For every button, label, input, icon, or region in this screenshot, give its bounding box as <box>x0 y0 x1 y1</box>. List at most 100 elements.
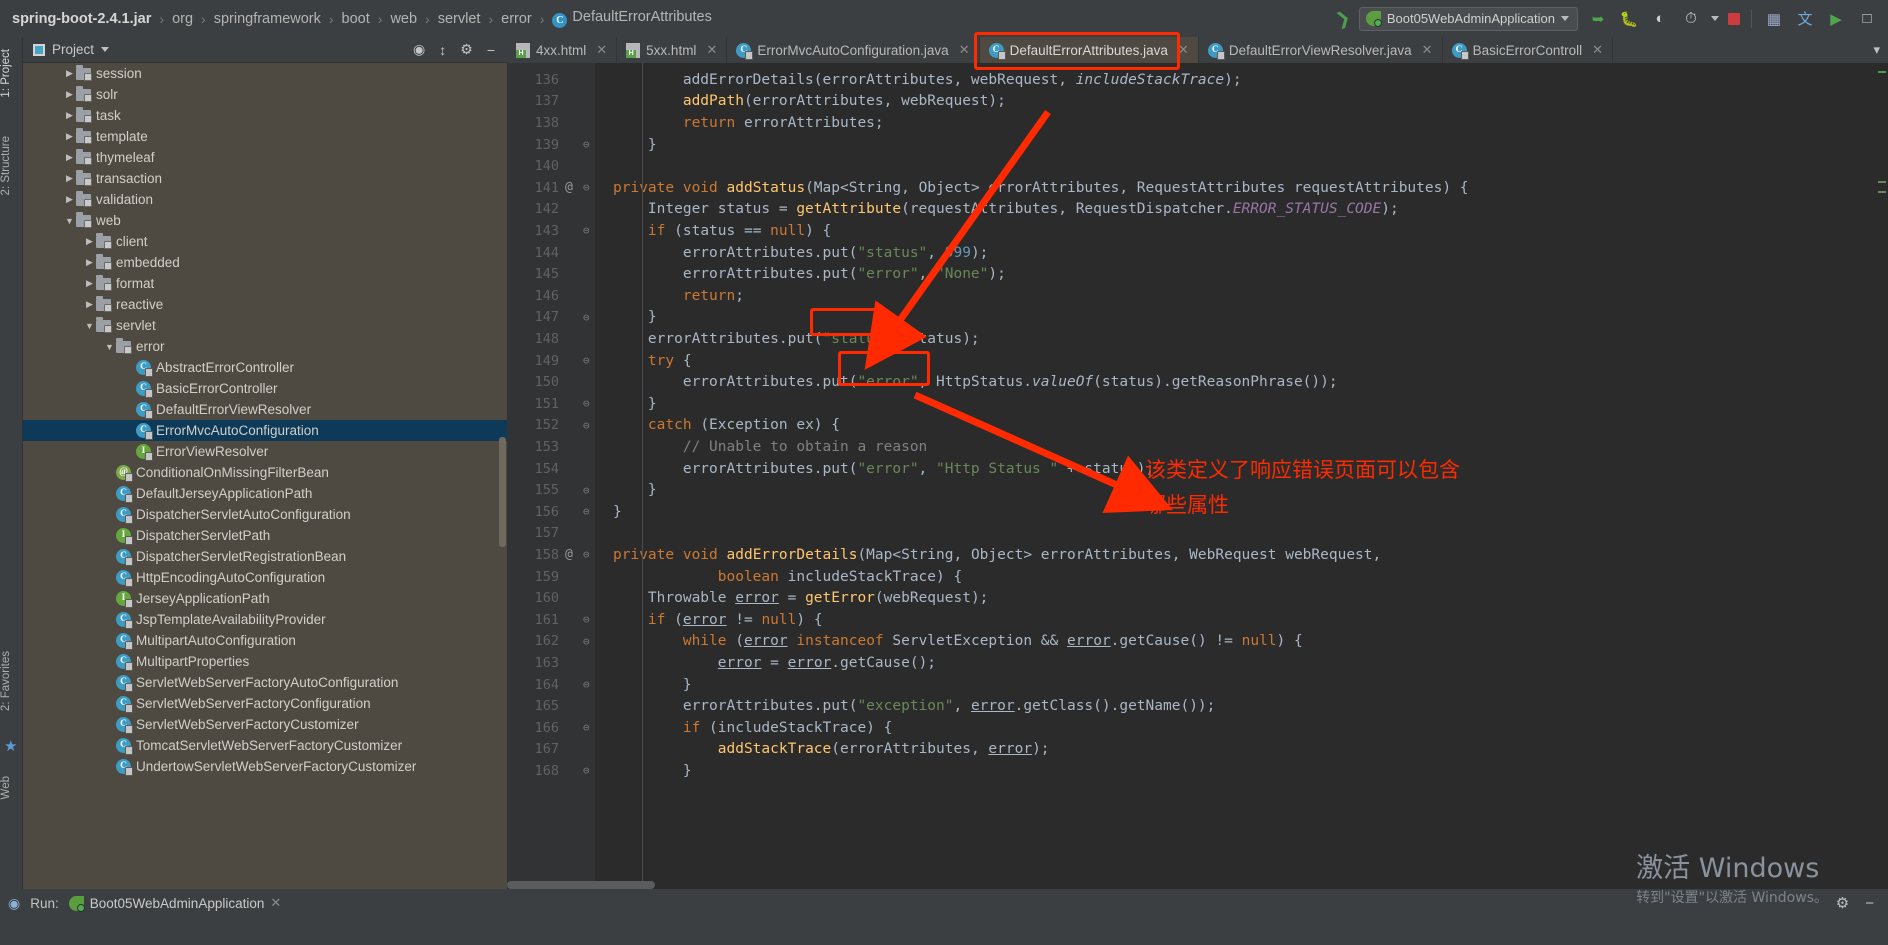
editor-tab[interactable]: C BasicErrorControll ✕ <box>1443 37 1614 63</box>
breadcrumb-item[interactable]: error <box>501 11 532 27</box>
code-line[interactable]: 138 return errorAttributes; <box>535 112 1888 134</box>
star-icon[interactable]: ★ <box>4 737 17 755</box>
breadcrumb-item[interactable]: web <box>390 11 417 27</box>
editor-tab[interactable]: C DefaultErrorAttributes.java ✕ <box>979 37 1199 63</box>
tree-item[interactable]: ·CDefaultErrorViewResolver <box>23 399 507 420</box>
profile-icon[interactable]: ⏱ <box>1680 8 1702 30</box>
stop-icon[interactable] <box>1728 12 1740 25</box>
tree-expand-arrow[interactable]: ▶ <box>83 278 96 289</box>
profile-chevron-icon[interactable] <box>1711 16 1719 21</box>
run-with-coverage-icon[interactable]: ◐ <box>1649 8 1671 30</box>
hammer-build-icon[interactable]: ❯ <box>1333 7 1353 30</box>
breadcrumb-item[interactable]: spring-boot-2.4.1.jar <box>12 11 151 27</box>
close-icon[interactable]: ✕ <box>1592 42 1603 58</box>
minimize-icon[interactable]: − <box>1865 895 1874 912</box>
layout-icon[interactable]: ▦ <box>1763 8 1785 30</box>
sidebar-tab-web[interactable]: Web <box>0 772 23 803</box>
tree-item[interactable]: ▶ format <box>23 273 507 294</box>
breadcrumb-item[interactable]: springframework <box>214 11 321 27</box>
tree-item[interactable]: ▼ servlet <box>23 315 507 336</box>
breadcrumb-item[interactable]: C DefaultErrorAttributes <box>552 9 712 28</box>
code-fold-icon[interactable]: ⊖ <box>583 354 590 367</box>
tree-item[interactable]: ▶ embedded <box>23 252 507 273</box>
search-icon[interactable]: □ <box>1856 8 1878 30</box>
tree-item[interactable]: ▶ template <box>23 126 507 147</box>
tree-item[interactable]: ▶ task <box>23 105 507 126</box>
tree-expand-arrow[interactable]: ▶ <box>83 257 96 268</box>
tree-item[interactable]: ▶ client <box>23 231 507 252</box>
run-globe-icon[interactable]: ◉ <box>8 895 20 912</box>
code-line[interactable]: 144 errorAttributes.put("status", 999); <box>535 242 1888 264</box>
close-icon[interactable]: ✕ <box>596 42 607 58</box>
close-icon[interactable]: ✕ <box>1422 42 1433 58</box>
code-fold-icon[interactable]: ⊖ <box>583 181 590 194</box>
tree-expand-arrow[interactable]: ▶ <box>63 152 76 163</box>
tree-item[interactable]: ▶ thymeleaf <box>23 147 507 168</box>
code-line[interactable]: 146 return; <box>535 285 1888 307</box>
tree-expand-arrow[interactable]: ▼ <box>103 342 116 352</box>
code-line[interactable]: 145 errorAttributes.put("error", "None")… <box>535 263 1888 285</box>
close-icon[interactable]: ✕ <box>706 42 717 58</box>
code-line[interactable]: 149 ⊖ try { <box>535 350 1888 372</box>
translate-icon[interactable]: 文 <box>1794 8 1816 30</box>
code-line[interactable]: 140 <box>535 155 1888 177</box>
debug-icon[interactable]: 🐛 <box>1618 8 1640 30</box>
tree-expand-arrow[interactable]: ▶ <box>83 299 96 310</box>
tree-item[interactable]: ▶ session <box>23 63 507 84</box>
code-line[interactable]: 143 ⊖ if (status == null) { <box>535 220 1888 242</box>
run-configuration-selector[interactable]: Boot05WebAdminApplication <box>1358 6 1578 31</box>
tree-item[interactable]: ·CAbstractErrorController <box>23 357 507 378</box>
tree-expand-arrow[interactable]: ▼ <box>63 216 76 226</box>
hide-icon[interactable]: − <box>487 42 495 58</box>
code-line[interactable]: 147 ⊖ } <box>535 307 1888 329</box>
chevron-down-icon[interactable] <box>101 47 110 52</box>
editor-tab[interactable]: 4xx.html ✕ <box>507 37 618 63</box>
code-line[interactable]: 139 ⊖ } <box>535 134 1888 156</box>
settings-gear-icon[interactable]: ⚙ <box>1836 894 1849 912</box>
code-fold-icon[interactable]: ⊖ <box>583 224 590 237</box>
chevron-down-icon[interactable] <box>1561 16 1569 21</box>
tree-expand-arrow[interactable]: ▶ <box>63 131 76 142</box>
editor-tab[interactable]: C DefaultErrorViewResolver.java ✕ <box>1199 37 1443 63</box>
tree-expand-arrow[interactable]: ▶ <box>83 236 96 247</box>
chevron-down-icon[interactable]: ▾ <box>1865 37 1888 63</box>
sidebar-tab-favorites[interactable]: 2: Favorites <box>0 647 23 715</box>
tree-expand-arrow[interactable]: ▼ <box>83 321 96 331</box>
code-line[interactable]: 136 addErrorDetails(errorAttributes, web… <box>535 69 1888 91</box>
tree-expand-arrow[interactable]: ▶ <box>63 68 76 79</box>
tree-expand-arrow[interactable]: ▶ <box>63 194 76 205</box>
code-line[interactable]: 150 errorAttributes.put("error", HttpSta… <box>535 371 1888 393</box>
breadcrumb-item[interactable]: boot <box>342 11 370 27</box>
tree-item[interactable]: ▶ solr <box>23 84 507 105</box>
breadcrumb-item[interactable]: org <box>172 11 193 27</box>
run-green-icon[interactable]: ▶ <box>1825 8 1847 30</box>
tree-item[interactable]: ▼ web <box>23 210 507 231</box>
tree-item[interactable]: ▶ reactive <box>23 294 507 315</box>
sidebar-tab-project[interactable]: 1: Project <box>0 45 23 102</box>
locate-icon[interactable]: ◉ <box>413 41 425 58</box>
code-line[interactable]: 151 ⊖ } <box>535 393 1888 415</box>
tree-expand-arrow[interactable]: ▶ <box>63 89 76 100</box>
tree-expand-arrow[interactable]: ▶ <box>63 110 76 121</box>
editor-tab[interactable]: 5xx.html ✕ <box>617 37 728 63</box>
close-icon[interactable]: ✕ <box>270 895 281 911</box>
close-icon[interactable]: ✕ <box>959 42 970 58</box>
sidebar-tab-structure[interactable]: 2: Structure <box>0 132 23 199</box>
close-icon[interactable]: ✕ <box>1178 42 1189 58</box>
code-line[interactable]: 137 addPath(errorAttributes, webRequest)… <box>535 91 1888 113</box>
code-line[interactable]: 142 Integer status = getAttribute(reques… <box>535 199 1888 221</box>
code-fold-icon[interactable]: ⊖ <box>583 397 590 410</box>
run-icon[interactable]: ➥ <box>1587 8 1609 30</box>
tree-item[interactable]: ▶ validation <box>23 189 507 210</box>
tree-expand-arrow[interactable]: ▶ <box>63 173 76 184</box>
code-line[interactable]: 141 @ ⊖ private void addStatus(Map<String, … <box>535 177 1888 199</box>
collapse-all-icon[interactable]: ↕ <box>439 42 446 58</box>
tree-item[interactable]: ▼ error <box>23 336 507 357</box>
tree-item[interactable]: ·CBasicErrorController <box>23 378 507 399</box>
code-line[interactable]: 148 errorAttributes.put("status", status… <box>535 328 1888 350</box>
editor-tab[interactable]: C ErrorMvcAutoConfiguration.java ✕ <box>727 37 980 63</box>
annotation-gutter-icon[interactable]: @ <box>565 180 573 195</box>
code-fold-icon[interactable]: ⊖ <box>583 138 590 151</box>
tree-item[interactable]: ▶ transaction <box>23 168 507 189</box>
breadcrumb-item[interactable]: servlet <box>438 11 481 27</box>
